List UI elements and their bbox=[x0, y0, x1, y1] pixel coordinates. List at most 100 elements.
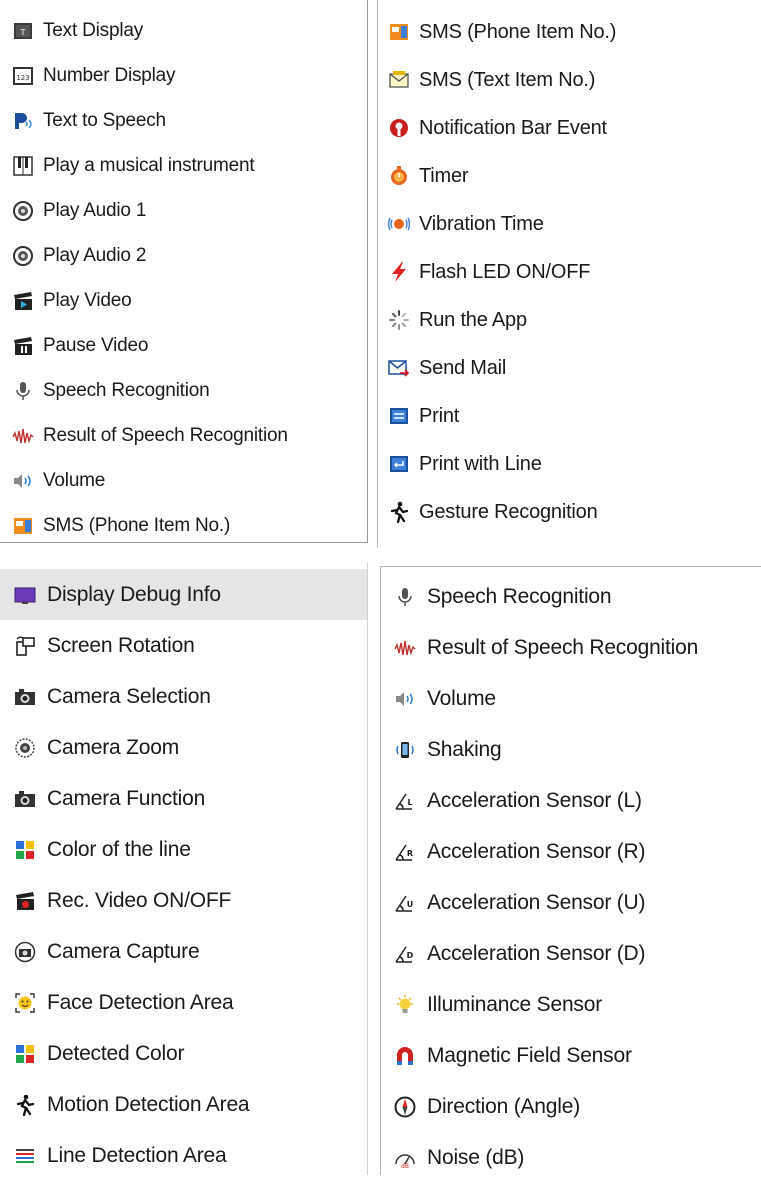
notification-icon bbox=[388, 117, 410, 139]
list-item-play-video[interactable]: Play Video bbox=[0, 278, 367, 323]
item-label: Pause Video bbox=[43, 334, 149, 356]
block-list-panel-4: Speech Recognition Result of Speech Reco… bbox=[380, 566, 761, 1175]
list-item-sms-phone[interactable]: SMS (Phone Item No.) bbox=[378, 8, 683, 56]
color-grid-icon bbox=[14, 1043, 36, 1065]
item-label: Magnetic Field Sensor bbox=[427, 1043, 632, 1067]
list-item-accel-d[interactable]: D Acceleration Sensor (D) bbox=[381, 928, 761, 979]
item-label: Direction (Angle) bbox=[427, 1094, 580, 1118]
item-label: Result of Speech Recognition bbox=[43, 424, 288, 446]
list-item-gesture-recognition[interactable]: Gesture Recognition bbox=[378, 488, 683, 536]
list-item-speech-recognition[interactable]: Speech Recognition bbox=[0, 368, 367, 413]
list-item-shaking[interactable]: Shaking bbox=[381, 724, 761, 775]
accel-u-icon: U bbox=[394, 892, 416, 914]
print-icon bbox=[388, 405, 410, 427]
color-grid-icon bbox=[14, 839, 36, 861]
sms-phone-icon bbox=[388, 21, 410, 43]
item-label: Notification Bar Event bbox=[419, 116, 607, 139]
item-label: Acceleration Sensor (L) bbox=[427, 788, 642, 812]
item-label: SMS (Phone Item No.) bbox=[43, 514, 231, 536]
list-item-run-app[interactable]: Run the App bbox=[378, 296, 683, 344]
noise-icon: dB bbox=[394, 1147, 416, 1169]
list-item-text-display[interactable]: T Text Display bbox=[0, 8, 367, 53]
list-item-noise[interactable]: dB Noise (dB) bbox=[381, 1132, 761, 1183]
list-item-flash-led[interactable]: Flash LED ON/OFF bbox=[378, 248, 683, 296]
camera-icon bbox=[14, 686, 36, 708]
item-label: Acceleration Sensor (R) bbox=[427, 839, 646, 863]
list-item-number-display[interactable]: 123 Number Display bbox=[0, 53, 367, 98]
list-item-rec-video[interactable]: Rec. Video ON/OFF bbox=[0, 875, 367, 926]
face-icon bbox=[14, 992, 36, 1014]
list-item-camera-capture[interactable]: Camera Capture bbox=[0, 926, 367, 977]
item-label: Camera Selection bbox=[47, 684, 211, 708]
compass-icon bbox=[394, 1096, 416, 1118]
list-item-screen-rotation[interactable]: Screen Rotation bbox=[0, 620, 367, 671]
timer-icon bbox=[388, 165, 410, 187]
item-label: Face Detection Area bbox=[47, 990, 234, 1014]
list-item-color-of-line[interactable]: Color of the line bbox=[0, 824, 367, 875]
item-label: Play Video bbox=[43, 289, 132, 311]
list-item-play-instrument[interactable]: Play a musical instrument bbox=[0, 143, 367, 188]
list-item-motion-detection[interactable]: Motion Detection Area bbox=[0, 1079, 367, 1130]
list-item-print-with-line[interactable]: Print with Line bbox=[378, 440, 683, 488]
list-item-speech-result[interactable]: Result of Speech Recognition bbox=[0, 413, 367, 458]
item-label: Play Audio 1 bbox=[43, 199, 147, 221]
item-label: Speech Recognition bbox=[43, 379, 210, 401]
list-item-play-audio-2[interactable]: Play Audio 2 bbox=[0, 233, 367, 278]
list-item-accel-l[interactable]: L Acceleration Sensor (L) bbox=[381, 775, 761, 826]
list-item-illuminance[interactable]: Illuminance Sensor bbox=[381, 979, 761, 1030]
list-item-play-audio-1[interactable]: Play Audio 1 bbox=[0, 188, 367, 233]
item-label: Shaking bbox=[427, 737, 502, 761]
list-item-volume[interactable]: Volume bbox=[0, 458, 367, 503]
list-item-camera-zoom[interactable]: Camera Zoom bbox=[0, 722, 367, 773]
item-label: Print bbox=[419, 404, 460, 427]
list-item-timer[interactable]: Timer bbox=[378, 152, 683, 200]
list-item-print[interactable]: Print bbox=[378, 392, 683, 440]
waveform-icon bbox=[394, 637, 416, 659]
list-item-speech-result[interactable]: Result of Speech Recognition bbox=[381, 622, 761, 673]
text-display-icon: T bbox=[12, 20, 34, 42]
list-item-line-detection[interactable]: Line Detection Area bbox=[0, 1130, 367, 1181]
svg-text:D: D bbox=[407, 951, 414, 960]
list-item-pause-video[interactable]: Pause Video bbox=[0, 323, 367, 368]
list-item-text-to-speech[interactable]: Text to Speech bbox=[0, 98, 367, 143]
magnet-icon bbox=[394, 1045, 416, 1067]
motion-icon bbox=[14, 1094, 36, 1116]
volume-icon bbox=[12, 470, 34, 492]
list-item-volume[interactable]: Volume bbox=[381, 673, 761, 724]
microphone-icon bbox=[12, 380, 34, 402]
item-label: Rec. Video ON/OFF bbox=[47, 888, 232, 912]
item-label: Play Audio 2 bbox=[43, 244, 147, 266]
block-list-panel-2: SMS (Phone Item No.) SMS (Text Item No.)… bbox=[377, 0, 683, 548]
text-to-speech-icon bbox=[12, 110, 34, 132]
envelope-icon bbox=[388, 69, 410, 91]
item-label: Illuminance Sensor bbox=[427, 992, 602, 1016]
list-item-magnetic-field[interactable]: Magnetic Field Sensor bbox=[381, 1030, 761, 1081]
item-label: SMS (Text Item No.) bbox=[419, 68, 596, 91]
rec-video-icon bbox=[14, 890, 36, 912]
list-item-sms-text[interactable]: SMS (Text Item No.) bbox=[378, 56, 683, 104]
list-item-accel-r[interactable]: R Acceleration Sensor (R) bbox=[381, 826, 761, 877]
list-item-notification[interactable]: Notification Bar Event bbox=[378, 104, 683, 152]
flash-icon bbox=[388, 261, 410, 283]
list-item-send-mail[interactable]: Send Mail bbox=[378, 344, 683, 392]
list-item-face-detection[interactable]: Face Detection Area bbox=[0, 977, 367, 1028]
item-label: SMS (Phone Item No.) bbox=[419, 20, 617, 43]
sms-phone-icon bbox=[12, 515, 34, 537]
list-item-speech-recognition[interactable]: Speech Recognition bbox=[381, 571, 761, 622]
list-item-display-debug-info[interactable]: Display Debug Info bbox=[0, 569, 367, 620]
list-item-camera-function[interactable]: Camera Function bbox=[0, 773, 367, 824]
item-label: Acceleration Sensor (U) bbox=[427, 890, 646, 914]
svg-text:T: T bbox=[20, 28, 26, 37]
svg-text:R: R bbox=[407, 849, 413, 858]
item-label: Run the App bbox=[419, 308, 527, 331]
list-item-detected-color[interactable]: Detected Color bbox=[0, 1028, 367, 1079]
list-item-direction[interactable]: Direction (Angle) bbox=[381, 1081, 761, 1132]
list-item-camera-selection[interactable]: Camera Selection bbox=[0, 671, 367, 722]
list-item-accel-u[interactable]: U Acceleration Sensor (U) bbox=[381, 877, 761, 928]
list-item-sms-phone[interactable]: SMS (Phone Item No.) bbox=[0, 503, 367, 548]
item-label: Send Mail bbox=[419, 356, 507, 379]
item-label: Detected Color bbox=[47, 1041, 185, 1065]
gesture-icon bbox=[388, 501, 410, 523]
list-item-vibration-time[interactable]: Vibration Time bbox=[378, 200, 683, 248]
lines-icon bbox=[14, 1145, 36, 1167]
